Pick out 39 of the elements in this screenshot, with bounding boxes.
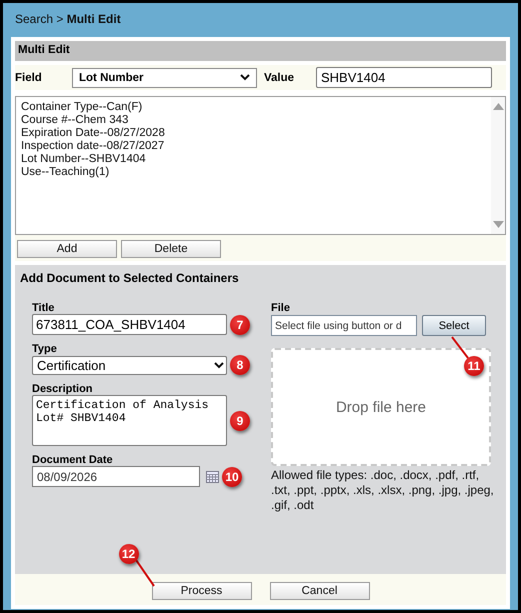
callout-badge: 9 <box>230 410 250 430</box>
list-item[interactable]: Container Type--Can(F) <box>21 101 486 114</box>
date-field[interactable]: 08/09/2026 <box>32 466 200 487</box>
list-item[interactable]: Use--Teaching(1) <box>21 166 486 179</box>
file-field[interactable]: Select file using button or d <box>271 315 417 336</box>
action-button[interactable]: Cancel <box>270 582 370 600</box>
section-title: Add Document to Selected Containers <box>20 271 240 285</box>
description-field[interactable]: Certification of Analysis Lot# SHBV1404 <box>32 395 227 446</box>
file-label: File <box>271 302 291 314</box>
callout-badge: 8 <box>230 355 250 375</box>
field-label: Description <box>32 383 94 395</box>
list-item[interactable]: Lot Number--SHBV1404 <box>21 153 486 166</box>
callout-badge: 7 <box>230 314 250 334</box>
action-button[interactable]: Process <box>152 582 252 600</box>
list-item[interactable]: Inspection date--08/27/2027 <box>21 140 486 153</box>
chevron-down-icon <box>214 362 224 368</box>
field-label: Title <box>32 302 56 314</box>
chevron-down-icon <box>240 74 250 81</box>
properties-listbox[interactable]: Container Type--Can(F) Course #--Chem 343 Expiration Date--08/27/2028 Inspection date--08/27/2027 Lot Number--SHBV1404 Use--Teaching(1) <box>15 96 506 235</box>
scroll-up-icon[interactable] <box>492 103 504 110</box>
select-button[interactable]: Select <box>422 315 486 336</box>
list-button[interactable]: Add <box>17 240 117 258</box>
field-label: Type <box>32 343 58 355</box>
drop-text: Drop file here <box>336 398 426 416</box>
list-button[interactable]: Delete <box>121 240 221 258</box>
type-dropdown[interactable]: Certification <box>32 356 227 374</box>
title-field[interactable]: 673811_COA_SHBV1404 <box>32 314 227 335</box>
scroll-down-icon[interactable] <box>492 221 504 228</box>
field-dropdown[interactable]: Lot Number <box>72 68 257 88</box>
section-header: Multi Edit <box>15 41 506 61</box>
allowed-types-text: Allowed file types: .doc, .docx, .pdf, .rtf, .txt, .ppt, .pptx, .xls, .xlsx, .png, .jpg, .jpeg, .gif, .odt <box>271 468 495 513</box>
callout-badge: 10 <box>222 466 242 486</box>
value-field[interactable]: SHBV1404 <box>316 67 492 88</box>
breadcrumb: Search > Multi Edit <box>14 11 122 28</box>
list-item[interactable]: Course #--Chem 343 <box>21 114 486 127</box>
list-item[interactable]: Expiration Date--08/27/2028 <box>21 127 486 140</box>
scrollbar[interactable] <box>491 97 505 234</box>
field-label: Document Date <box>32 454 114 466</box>
calendar-icon[interactable] <box>206 470 219 482</box>
